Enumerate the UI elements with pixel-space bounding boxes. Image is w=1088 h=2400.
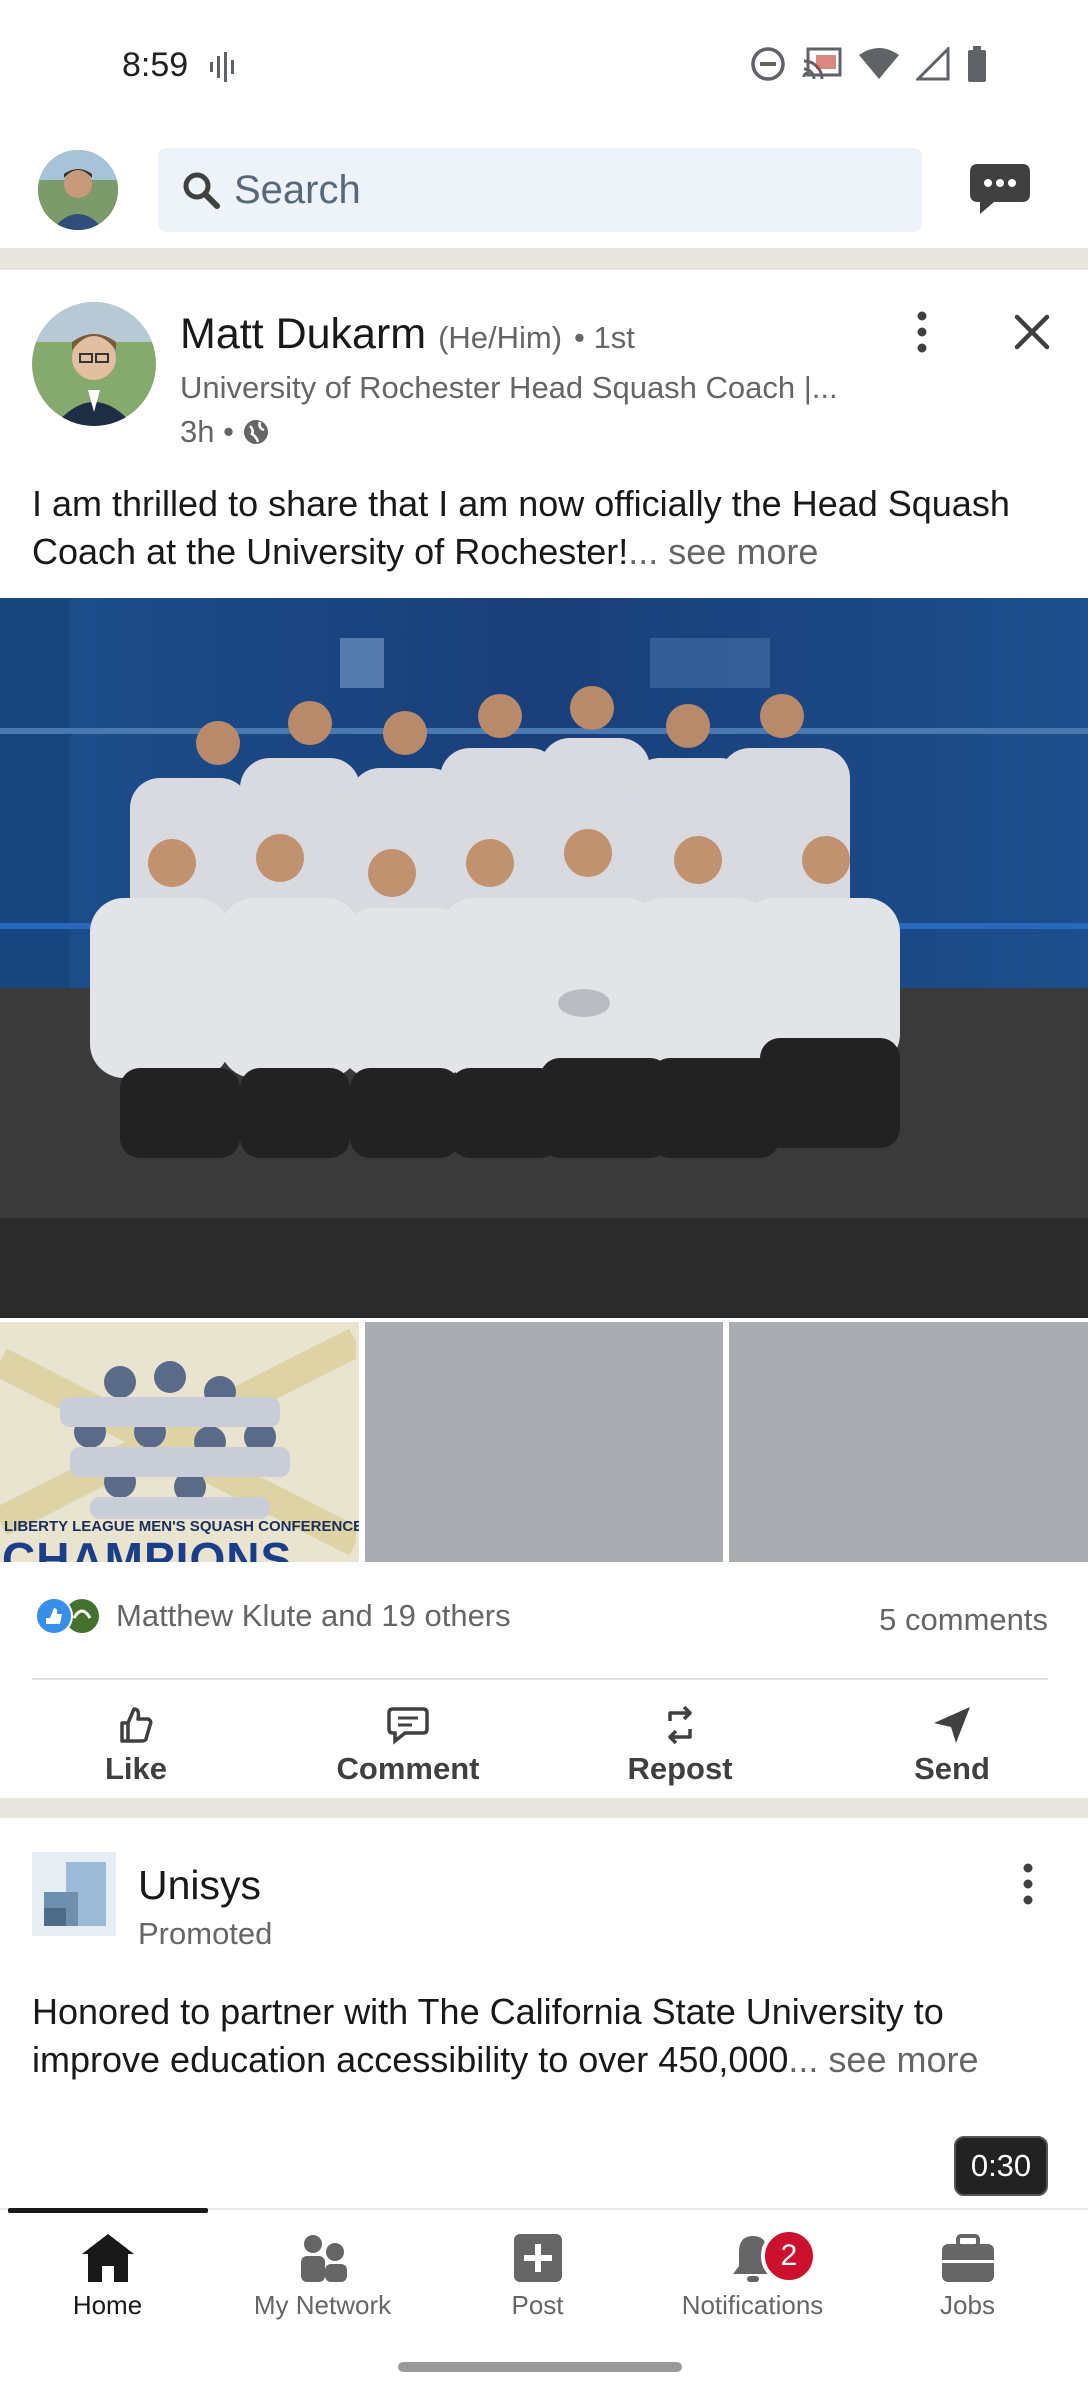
status-icons (750, 46, 988, 82)
status-bar: 8:59 (0, 0, 1088, 136)
comment-label: Comment (336, 1751, 480, 1786)
post-text: I am thrilled to share that I am now off… (32, 480, 1062, 576)
author-headline: University of Rochester Head Squash Coac… (180, 370, 838, 405)
send-button[interactable]: Send (816, 1692, 1088, 1800)
messaging-icon[interactable] (968, 162, 1032, 218)
nav-my-network-label: My Network (253, 2290, 392, 2320)
company-name[interactable]: Unisys (138, 1862, 261, 1909)
nav-notifications-label: Notifications (681, 2290, 824, 2320)
post-image-main[interactable] (0, 598, 1088, 1318)
more-options-icon[interactable] (910, 310, 934, 354)
wifi-icon (859, 48, 899, 79)
promoted-label: Promoted (138, 1916, 273, 1951)
nav-home-label: Home (72, 2290, 143, 2320)
send-icon (934, 1707, 970, 1743)
post-text: Honored to partner with The California S… (32, 1988, 1062, 2084)
comments-count[interactable]: 5 comments (879, 1602, 1048, 1638)
reactions-summary[interactable]: Matthew Klute and 19 others (32, 1596, 511, 1636)
see-more-link[interactable]: ... see more (788, 2039, 978, 2080)
more-options-icon[interactable] (1016, 1862, 1040, 1906)
my-network-icon (300, 2235, 347, 2282)
signal-icon (916, 47, 950, 81)
author-pronouns: (He/Him) (438, 320, 563, 355)
connection-degree: • 1st (574, 320, 635, 355)
post-image-thumbnail[interactable]: LIBERTY LEAGUE MEN'S SQUASH CONFERENCE C… (0, 1322, 359, 1562)
post-image-placeholder[interactable] (729, 1322, 1088, 1562)
author-name[interactable]: Matt Dukarm (He/Him) • 1st (180, 310, 635, 359)
nav-post-label: Post (511, 2290, 564, 2320)
nav-home[interactable]: Home (0, 2232, 215, 2321)
dnd-icon (751, 47, 785, 81)
gesture-bar (398, 2362, 682, 2372)
repost-button[interactable]: Repost (544, 1692, 816, 1800)
post-icon (513, 2234, 562, 2282)
post-image-thumbnails: LIBERTY LEAGUE MEN'S SQUASH CONFERENCE C… (0, 1322, 1088, 1562)
nav-jobs[interactable]: Jobs (860, 2232, 1075, 2321)
search-icon (183, 172, 220, 209)
search-bar[interactable]: Search (158, 148, 922, 232)
send-label: Send (914, 1751, 990, 1786)
feed-divider (0, 1798, 1088, 1818)
reaction-icons (35, 1597, 99, 1635)
like-icon (120, 1707, 153, 1743)
like-button[interactable]: Like (0, 1692, 272, 1800)
notifications-badge: 2 (761, 2228, 817, 2284)
feed-divider (0, 248, 1088, 270)
nav-my-network[interactable]: My Network (215, 2232, 430, 2321)
nav-notifications[interactable]: Notifications 2 (645, 2228, 860, 2321)
top-bar: Search (0, 136, 1088, 248)
author-avatar[interactable] (32, 302, 156, 426)
video-duration: 0:30 (954, 2136, 1048, 2196)
company-logo[interactable] (32, 1852, 116, 1936)
divider (32, 1678, 1048, 1680)
sound-wave-icon (210, 52, 234, 82)
close-icon[interactable] (1014, 314, 1050, 350)
post-text-line: improve education accessibility to over … (32, 2039, 789, 2080)
comment-icon (387, 1707, 429, 1745)
globe-icon (243, 420, 268, 444)
see-more-link[interactable]: ... see more (628, 531, 818, 572)
search-placeholder: Search (234, 167, 361, 212)
comment-button[interactable]: Comment (272, 1692, 544, 1800)
nav-jobs-label: Jobs (940, 2290, 995, 2320)
like-label: Like (104, 1751, 168, 1786)
thumbnail-title: CHAMPIONS (2, 1533, 293, 1562)
post-text-line: Honored to partner with The California S… (32, 1991, 944, 2032)
status-time: 8:59 (122, 46, 189, 84)
post-text-line: I am thrilled to share that I am now off… (32, 483, 1010, 524)
repost-icon (668, 1705, 692, 1745)
post-text-line: Coach at the University of Rochester! (32, 531, 629, 572)
profile-avatar[interactable] (38, 150, 118, 230)
author-name-text: Matt Dukarm (180, 310, 427, 358)
post-time-text: 3h • (180, 414, 234, 449)
post-actions: Like Comment Repost Send (0, 1692, 1088, 1800)
post-time: 3h • (180, 414, 270, 450)
active-tab-indicator (8, 2208, 208, 2213)
post-image-placeholder[interactable] (364, 1322, 724, 1562)
repost-label: Repost (627, 1751, 733, 1786)
reactions-text: Matthew Klute and 19 others (116, 1598, 511, 1633)
home-icon (81, 2234, 134, 2282)
cast-icon (802, 47, 842, 80)
briefcase-icon (941, 2234, 994, 2282)
nav-post[interactable]: Post (430, 2232, 645, 2321)
battery-icon (968, 46, 986, 82)
